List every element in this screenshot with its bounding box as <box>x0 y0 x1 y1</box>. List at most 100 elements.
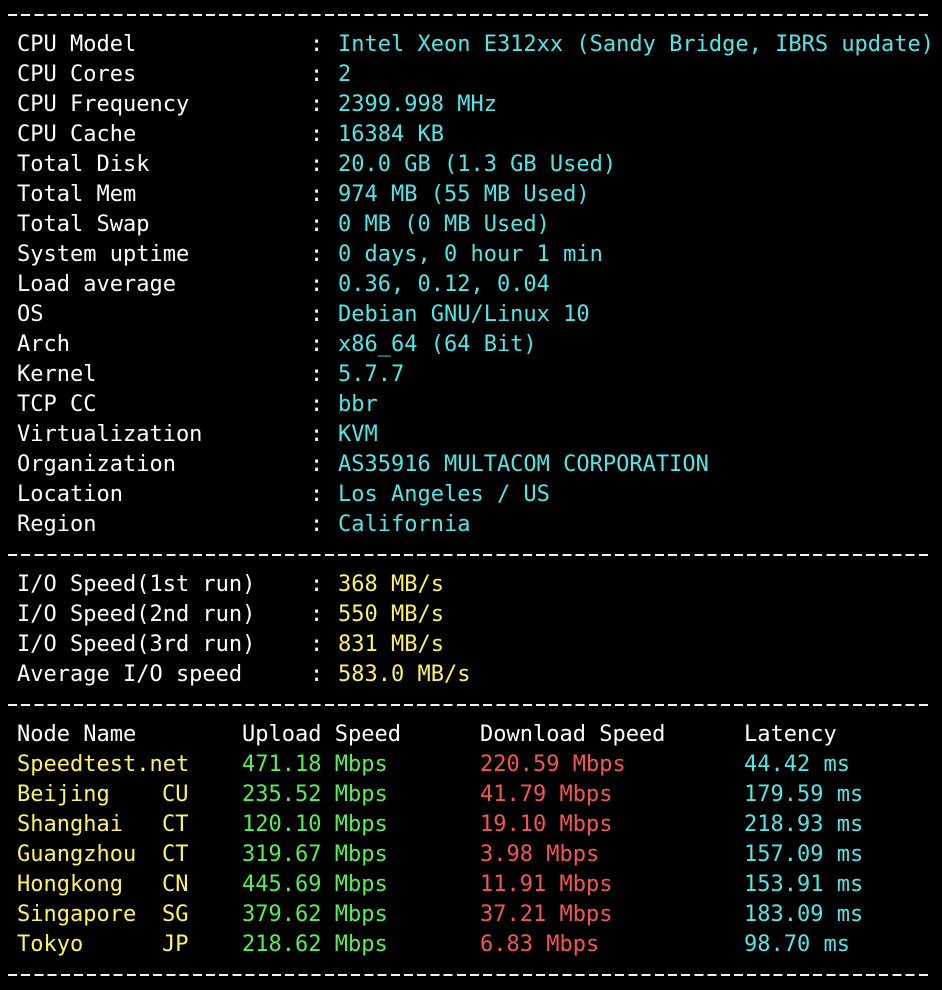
upload-speed: 218.62 Mbps <box>242 932 388 957</box>
node-isp: CN <box>162 872 189 897</box>
info-label: Total Mem <box>17 182 137 207</box>
info-label: CPU Frequency <box>17 92 190 117</box>
info-row-cpu-frequency: CPU Frequency:2399.998 MHz <box>4 90 942 120</box>
info-label: OS <box>17 302 44 327</box>
colon: : <box>310 182 324 207</box>
download-speed: 3.98 Mbps <box>480 842 600 867</box>
colon: : <box>310 422 324 447</box>
colon: : <box>310 392 324 417</box>
terminal-output: CPU Model: Intel Xeon E312xx (Sandy Bridg… <box>0 0 942 990</box>
separator-line <box>4 540 942 570</box>
info-value: Intel Xeon E312xx (Sandy Bridge, IBRS up… <box>338 32 935 57</box>
upload-speed: 471.18 Mbps <box>242 752 388 777</box>
latency: 153.91 ms <box>744 872 864 897</box>
latency: 179.59 ms <box>744 782 864 807</box>
info-row-location: Location: Los Angeles / US <box>4 480 942 510</box>
header-node-name: Node Name <box>17 722 137 747</box>
io-label: I/O Speed(3rd run) <box>17 632 256 657</box>
info-value: bbr <box>338 392 378 417</box>
colon: : <box>310 572 324 597</box>
download-speed: 19.10 Mbps <box>480 812 613 837</box>
info-row-region: Region: California <box>4 510 942 540</box>
info-label: Kernel <box>17 362 97 387</box>
download-speed: 220.59 Mbps <box>480 752 626 777</box>
upload-speed: 235.52 Mbps <box>242 782 388 807</box>
node-isp: CT <box>162 812 189 837</box>
table-row: Hongkong CN 445.69 Mbps 11.91 Mbps 153.91 ms <box>4 870 942 900</box>
colon: : <box>310 62 324 87</box>
node-name: Tokyo <box>17 932 84 957</box>
info-row-cpu-model: CPU Model: Intel Xeon E312xx (Sandy Bridg… <box>4 30 942 60</box>
info-row-total-disk: Total Disk:20.0 GB (1.3 GB Used) <box>4 150 942 180</box>
io-value: 583.0 MB/s <box>338 662 471 687</box>
colon: : <box>310 452 324 477</box>
info-label: CPU Cache <box>17 122 137 147</box>
info-label: Total Swap <box>17 212 150 237</box>
colon: : <box>310 122 324 147</box>
info-row-total-swap: Total Swap:0 MB (0 MB Used) <box>4 210 942 240</box>
colon: : <box>310 602 324 627</box>
download-speed: 11.91 Mbps <box>480 872 613 897</box>
colon: : <box>310 332 324 357</box>
latency: 183.09 ms <box>744 902 864 927</box>
io-row-3rd-run: I/O Speed(3rd run):831 MB/s <box>4 630 942 660</box>
info-row-os: OS: Debian GNU/Linux 10 <box>4 300 942 330</box>
info-label: Arch <box>17 332 70 357</box>
header-download-speed: Download Speed <box>480 722 666 747</box>
table-row: Singapore SG 379.62 Mbps 37.21 Mbps 183.09 m… <box>4 900 942 930</box>
colon: : <box>310 482 324 507</box>
info-value: Los Angeles / US <box>338 482 550 507</box>
info-value: x86_64 (64 Bit) <box>338 332 537 357</box>
node-isp <box>162 750 242 780</box>
info-value: 0 MB (0 MB Used) <box>338 212 550 237</box>
latency: 44.42 ms <box>744 752 850 777</box>
node-isp: CU <box>162 782 189 807</box>
upload-speed: 445.69 Mbps <box>242 872 388 897</box>
info-value: 2399.998 MHz <box>338 92 497 117</box>
info-row-arch: Arch: x86_64 (64 Bit) <box>4 330 942 360</box>
info-label: CPU Model <box>17 32 137 57</box>
node-name: Beijing <box>17 782 110 807</box>
colon: : <box>310 632 324 657</box>
info-label: Location <box>17 482 123 507</box>
info-label: Load average <box>17 272 176 297</box>
colon: : <box>310 242 324 267</box>
colon: : <box>310 302 324 327</box>
separator-line <box>4 0 942 30</box>
io-value: 831 MB/s <box>338 632 444 657</box>
info-row-load-average: Load average:0.36, 0.12, 0.04 <box>4 270 942 300</box>
latency: 218.93 ms <box>744 812 864 837</box>
info-value: KVM <box>338 422 378 447</box>
node-isp: CT <box>162 842 189 867</box>
download-speed: 41.79 Mbps <box>480 782 613 807</box>
node-name: Guangzhou <box>17 842 137 867</box>
info-row-cpu-cache: CPU Cache:16384 KB <box>4 120 942 150</box>
colon: : <box>310 92 324 117</box>
info-row-system-uptime: System uptime:0 days, 0 hour 1 min <box>4 240 942 270</box>
colon: : <box>310 152 324 177</box>
upload-speed: 379.62 Mbps <box>242 902 388 927</box>
info-value: AS35916 MULTACOM CORPORATION <box>338 452 709 477</box>
io-row-1st-run: I/O Speed(1st run):368 MB/s <box>4 570 942 600</box>
io-value: 368 MB/s <box>338 572 444 597</box>
colon: : <box>310 212 324 237</box>
latency: 157.09 ms <box>744 842 864 867</box>
io-speed-section: I/O Speed(1st run):368 MB/s I/O Speed(2n… <box>4 570 942 690</box>
node-isp: JP <box>162 932 189 957</box>
info-row-organization: Organization: AS35916 MULTACOM CORPORATIO… <box>4 450 942 480</box>
speedtest-header-row: Node Name Upload Speed Download Speed La… <box>4 720 942 750</box>
colon: : <box>310 32 324 57</box>
info-value: 974 MB (55 MB Used) <box>338 182 590 207</box>
info-label: TCP CC <box>17 392 97 417</box>
separator-line <box>4 960 942 990</box>
info-value: 2 <box>338 62 352 87</box>
node-name: Shanghai <box>17 812 123 837</box>
info-row-total-mem: Total Mem:974 MB (55 MB Used) <box>4 180 942 210</box>
io-row-2nd-run: I/O Speed(2nd run):550 MB/s <box>4 600 942 630</box>
node-isp: SG <box>162 902 189 927</box>
info-value: 20.0 GB (1.3 GB Used) <box>338 152 617 177</box>
info-label: Region <box>17 512 97 537</box>
info-value: 0.36, 0.12, 0.04 <box>338 272 550 297</box>
system-info-section: CPU Model: Intel Xeon E312xx (Sandy Bridg… <box>4 30 942 540</box>
info-value: 0 days, 0 hour 1 min <box>338 242 603 267</box>
